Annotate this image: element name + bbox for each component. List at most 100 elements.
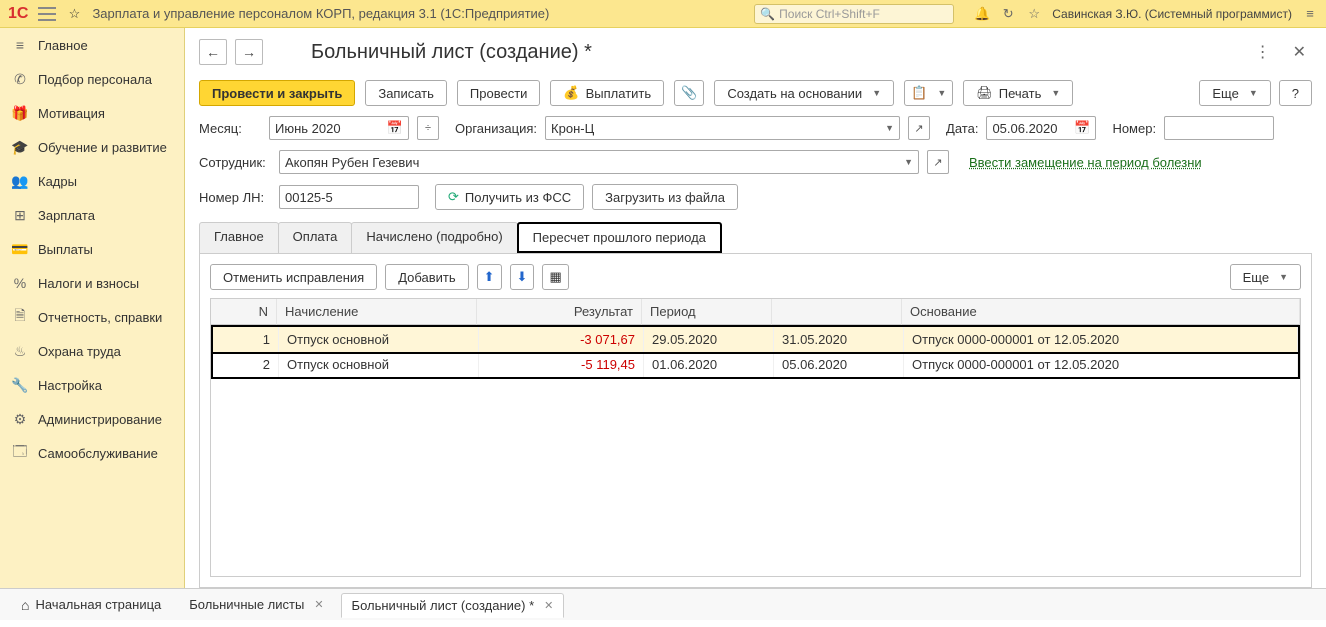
employee-label: Сотрудник: xyxy=(199,155,271,170)
tab-toolbar: Отменить исправления Добавить ⬆ ⬇ ▦ Еще▼ xyxy=(200,264,1311,290)
post-and-close-button[interactable]: Провести и закрыть xyxy=(199,80,355,106)
date-field[interactable]: 05.06.2020📅 xyxy=(986,116,1096,140)
print-button[interactable]: 🖨Печать▼ xyxy=(963,80,1073,106)
tab-payment[interactable]: Оплата xyxy=(278,222,353,253)
user-name[interactable]: Савинская З.Ю. (Системный программист) xyxy=(1052,7,1292,21)
columns-button[interactable]: ▦ xyxy=(542,264,568,290)
load-file-button[interactable]: Загрузить из файла xyxy=(592,184,738,210)
content-area: ← → Больничный лист (создание) * ⋮ ✕ Про… xyxy=(185,28,1326,588)
people-icon: 👥 xyxy=(12,173,28,189)
col-n[interactable]: N xyxy=(211,299,277,325)
bottom-tabs: ⌂Начальная страница Больничные листы✕ Бо… xyxy=(0,588,1326,620)
org-label: Организация: xyxy=(455,121,537,136)
kebab-icon[interactable]: ⋮ xyxy=(1249,38,1277,66)
add-button[interactable]: Добавить xyxy=(385,264,468,290)
org-field[interactable]: Крон-Ц▼ xyxy=(545,116,900,140)
coin-icon: 💰 xyxy=(563,85,579,101)
form-row-3: Номер ЛН: 00125-5 ⟳Получить из ФСС Загру… xyxy=(199,184,1312,210)
sidebar-item-reports[interactable]: 🗎Отчетность, справки xyxy=(0,300,184,334)
star-icon[interactable]: ☆ xyxy=(66,6,82,22)
close-tab-icon[interactable]: ✕ xyxy=(314,598,323,611)
recalc-table: N Начисление Результат Период Основание … xyxy=(211,299,1300,379)
sidebar-item-safety[interactable]: ♨Охрана труда xyxy=(0,334,184,368)
arrow-down-icon: ⬇ xyxy=(517,269,528,285)
bell-icon[interactable]: 🔔 xyxy=(974,6,990,22)
help-button[interactable]: ? xyxy=(1279,80,1312,106)
sidebar-item-motivation[interactable]: 🎁Мотивация xyxy=(0,96,184,130)
sidebar-item-settings[interactable]: 🔧Настройка xyxy=(0,368,184,402)
menu-sections-icon: ≡ xyxy=(12,37,28,53)
col-period[interactable]: Период xyxy=(642,299,772,325)
table-row[interactable]: 1 Отпуск основной -3 071,67 29.05.2020 3… xyxy=(213,327,1298,352)
col-period2[interactable] xyxy=(772,299,902,325)
sidebar-item-admin[interactable]: ⚙Администрирование xyxy=(0,402,184,436)
main-layout: ≡Главное ✆Подбор персонала 🎁Мотивация 🎓О… xyxy=(0,28,1326,588)
cancel-fix-button[interactable]: Отменить исправления xyxy=(210,264,377,290)
self-service-icon: 🗔 xyxy=(12,445,28,461)
ln-field[interactable]: 00125-5 xyxy=(279,185,419,209)
sidebar-item-training[interactable]: 🎓Обучение и развитие xyxy=(0,130,184,164)
create-based-button[interactable]: Создать на основании▼ xyxy=(714,80,894,106)
sidebar-item-main[interactable]: ≡Главное xyxy=(0,28,184,62)
sidebar-item-salary[interactable]: ⊞Зарплата xyxy=(0,198,184,232)
pay-button[interactable]: 💰Выплатить xyxy=(550,80,664,106)
employee-field[interactable]: Акопян Рубен Гезевич▼ xyxy=(279,150,919,174)
gear-icon: ⚙ xyxy=(12,411,28,427)
table-header-row: N Начисление Результат Период Основание xyxy=(211,299,1300,325)
copy-button[interactable]: 📋▼ xyxy=(904,80,953,106)
chevron-down-icon: ▼ xyxy=(872,88,881,98)
bottom-tab-doc[interactable]: Больничный лист (создание) *✕ xyxy=(341,593,565,618)
history-icon[interactable]: ↻ xyxy=(1000,6,1016,22)
tab-details[interactable]: Начислено (подробно) xyxy=(351,222,517,253)
col-base[interactable]: Основание xyxy=(902,299,1300,325)
document-icon: 🗎 xyxy=(12,309,28,325)
search-input[interactable]: 🔍 Поиск Ctrl+Shift+F xyxy=(754,4,954,24)
month-spinner[interactable]: ÷ xyxy=(417,116,439,140)
sidebar: ≡Главное ✆Подбор персонала 🎁Мотивация 🎓О… xyxy=(0,28,185,588)
sidebar-item-payments[interactable]: 💳Выплаты xyxy=(0,232,184,266)
close-tab-icon[interactable]: ✕ xyxy=(544,599,553,612)
arrow-up-icon: ⬆ xyxy=(484,269,495,285)
move-up-button[interactable]: ⬆ xyxy=(477,264,502,290)
org-open-button[interactable]: ↗ xyxy=(908,116,930,140)
forward-button[interactable]: → xyxy=(235,39,263,65)
sidebar-item-staff[interactable]: 👥Кадры xyxy=(0,164,184,198)
save-button[interactable]: Записать xyxy=(365,80,447,106)
col-name[interactable]: Начисление xyxy=(277,299,477,325)
tab-content: Отменить исправления Добавить ⬆ ⬇ ▦ Еще▼… xyxy=(199,254,1312,588)
sidebar-item-taxes[interactable]: %Налоги и взносы xyxy=(0,266,184,300)
fss-button[interactable]: ⟳Получить из ФСС xyxy=(435,184,584,210)
hamburger-icon[interactable] xyxy=(38,7,56,21)
employee-open-button[interactable]: ↗ xyxy=(927,150,949,174)
close-icon[interactable]: ✕ xyxy=(1287,38,1312,66)
tab-more-button[interactable]: Еще▼ xyxy=(1230,264,1301,290)
home-tab[interactable]: ⌂Начальная страница xyxy=(10,592,172,618)
favorite-icon[interactable]: ☆ xyxy=(1026,6,1042,22)
calendar-icon: 📅 xyxy=(1074,120,1090,136)
col-result[interactable]: Результат xyxy=(477,299,642,325)
post-button[interactable]: Провести xyxy=(457,80,541,106)
app-title: Зарплата и управление персоналом КОРП, р… xyxy=(92,6,549,21)
number-field[interactable] xyxy=(1164,116,1274,140)
tab-main[interactable]: Главное xyxy=(199,222,279,253)
tab-recalc[interactable]: Пересчет прошлого периода xyxy=(517,222,722,253)
sidebar-item-self[interactable]: 🗔Самообслуживание xyxy=(0,436,184,470)
ln-label: Номер ЛН: xyxy=(199,190,271,205)
paperclip-icon: 📎 xyxy=(681,85,697,101)
move-down-button[interactable]: ⬇ xyxy=(510,264,535,290)
form-row-2: Сотрудник: Акопян Рубен Гезевич▼ ↗ Ввест… xyxy=(199,150,1312,174)
substitute-link[interactable]: Ввести замещение на период болезни xyxy=(969,155,1202,170)
settings-icon[interactable]: ≡ xyxy=(1302,6,1318,22)
month-field[interactable]: Июнь 2020📅 xyxy=(269,116,409,140)
table-row[interactable]: 2 Отпуск основной -5 119,45 01.06.2020 0… xyxy=(213,352,1298,377)
gift-icon: 🎁 xyxy=(12,105,28,121)
month-label: Месяц: xyxy=(199,121,261,136)
sidebar-item-recruit[interactable]: ✆Подбор персонала xyxy=(0,62,184,96)
refresh-icon: ⟳ xyxy=(448,189,459,205)
toolbar: Провести и закрыть Записать Провести 💰Вы… xyxy=(199,80,1312,106)
back-button[interactable]: ← xyxy=(199,39,227,65)
bottom-tab-list[interactable]: Больничные листы✕ xyxy=(178,592,334,617)
more-button[interactable]: Еще▼ xyxy=(1199,80,1270,106)
attachment-button[interactable]: 📎 xyxy=(674,80,704,106)
calendar-icon: 📅 xyxy=(387,120,403,136)
